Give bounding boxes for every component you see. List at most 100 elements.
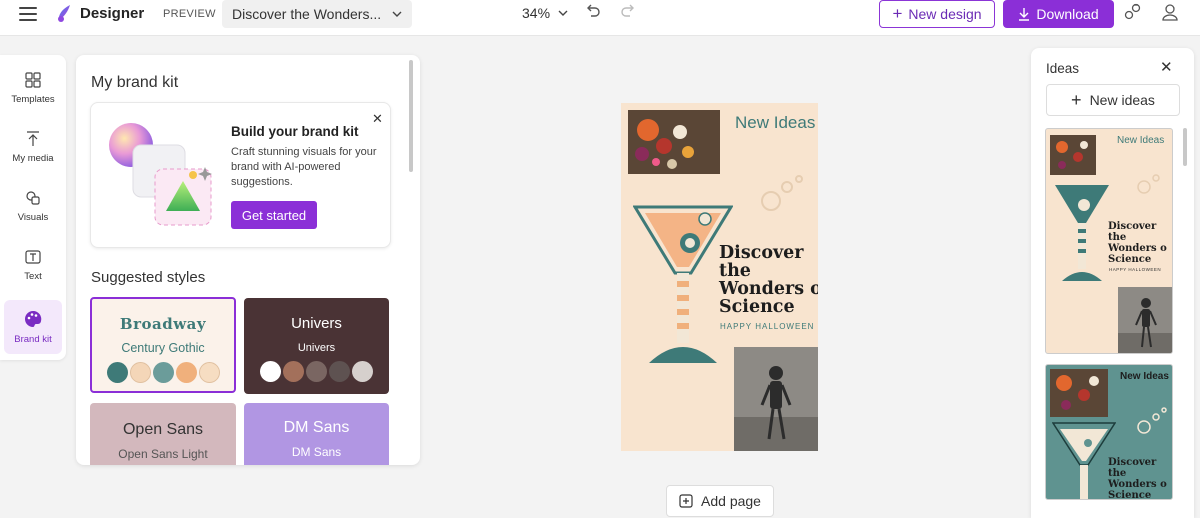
swatch	[329, 361, 350, 382]
style-card-dm-sans[interactable]: DM Sans DM Sans	[244, 403, 389, 465]
plus-icon: +	[892, 4, 903, 23]
thumb-subtitle: HAPPY HALLOWEEN	[1109, 267, 1162, 272]
poster-title-line: Discover	[719, 243, 804, 263]
ideas-scrollbar[interactable]	[1183, 128, 1187, 166]
text-icon	[25, 249, 41, 264]
idea-thumbnail-2[interactable]: New Ideas Discover the Wonders o Science	[1045, 364, 1173, 500]
document-name: Discover the Wonders...	[232, 6, 382, 22]
swatch	[260, 361, 281, 382]
poster-title-line: Wonders o	[719, 279, 818, 299]
thumb-title-line: Wonders o	[1108, 479, 1167, 490]
menu-icon[interactable]	[16, 4, 40, 24]
designer-logo-icon	[58, 5, 70, 22]
thumb-headline: New Ideas	[1120, 371, 1169, 382]
chevron-down-icon	[558, 10, 568, 16]
rail-item-my-media[interactable]: My media	[4, 120, 62, 174]
cocktail-glass-graphic	[633, 205, 733, 363]
top-bar: Designer PREVIEW Discover the Wonders...…	[0, 0, 1200, 36]
style-subheading: DM Sans	[291, 445, 342, 459]
poster-subtitle: HAPPY HALLOWEEN	[720, 322, 815, 331]
download-icon	[1019, 8, 1030, 21]
rail-item-templates[interactable]: Templates	[4, 61, 62, 115]
new-design-button[interactable]: + New design	[879, 0, 995, 28]
undo-icon[interactable]	[585, 3, 601, 19]
brand-card-title: Build your brand kit	[231, 124, 359, 139]
get-started-button[interactable]: Get started	[231, 201, 317, 229]
rail-label: Templates	[11, 93, 55, 105]
account-icon[interactable]	[1160, 2, 1180, 22]
share-icon[interactable]	[1123, 2, 1143, 22]
rail-item-visuals[interactable]: Visuals	[4, 179, 62, 233]
left-nav-rail: Templates My media Visuals Text Brand ki…	[0, 55, 66, 360]
document-name-dropdown[interactable]: Discover the Wonders...	[222, 0, 412, 28]
add-page-icon	[679, 494, 693, 508]
app-name: Designer	[80, 4, 145, 22]
candy-photo	[628, 110, 720, 174]
rail-item-text[interactable]: Text	[4, 238, 62, 292]
style-heading: DM Sans	[283, 419, 350, 436]
style-subheading: Century Gothic	[121, 341, 205, 355]
brand-card-description: Craft stunning visuals for your brand wi…	[231, 146, 377, 188]
zoom-level: 34%	[522, 5, 551, 21]
close-icon[interactable]: ✕	[1160, 58, 1173, 76]
style-card-univers[interactable]: Univers Univers	[244, 298, 389, 394]
cocktail-glass-graphic	[1052, 422, 1116, 499]
panel-scrollbar[interactable]	[409, 60, 413, 172]
close-icon[interactable]: ✕	[372, 111, 383, 127]
bubbles-graphic	[761, 175, 803, 211]
thumb-title-line: Discover	[1108, 457, 1157, 468]
swatch	[306, 361, 327, 382]
style-heading: Broadway	[119, 315, 207, 333]
thumb-title: Discover the Wonders o Science	[1108, 221, 1167, 265]
app-logo[interactable]: Designer	[56, 3, 144, 23]
new-design-label: New design	[908, 6, 982, 22]
swatch	[198, 362, 220, 383]
thumb-title-line: Wonders o	[1108, 243, 1167, 254]
upload-icon	[27, 130, 39, 146]
rail-item-brand-kit[interactable]: Brand kit	[4, 300, 62, 354]
poster-title-line: the	[719, 261, 751, 281]
thumb-title-line: the	[1108, 468, 1127, 479]
swatch	[152, 362, 174, 383]
thumb-title-line: the	[1108, 232, 1127, 243]
plus-icon: +	[1071, 89, 1082, 110]
swatch	[283, 361, 304, 382]
poster-title-line: Science	[719, 297, 795, 317]
skeleton-photo	[734, 347, 818, 451]
brand-kit-panel: My brand kit ✕ Build your brand kit Craf…	[76, 55, 420, 465]
brand-kit-card: ✕ Build your brand kit Craft stunning vi…	[90, 102, 391, 248]
download-label: Download	[1036, 6, 1099, 22]
thumb-headline: New Ideas	[1117, 135, 1165, 146]
poster-title: Discover the Wonders o Science	[719, 244, 818, 316]
thumb-title-line: Science	[1108, 490, 1152, 500]
rail-label: Text	[24, 270, 42, 282]
idea-thumbnail-1[interactable]: New Ideas Discover the Wonders o Science…	[1045, 128, 1173, 354]
style-subheading: Open Sans Light	[118, 447, 208, 461]
style-swatches	[244, 361, 389, 382]
bubbles-graphic	[1137, 407, 1167, 434]
ideas-panel: Ideas ✕ + New ideas New Ideas Discover t…	[1031, 48, 1194, 518]
new-ideas-label: New ideas	[1089, 92, 1155, 108]
candy-photo	[1050, 135, 1096, 175]
swatch	[352, 361, 373, 382]
brand-kit-illustration	[109, 123, 212, 226]
ideas-title: Ideas	[1046, 61, 1080, 76]
redo-icon[interactable]	[620, 3, 636, 19]
swatch	[129, 362, 151, 383]
chevron-down-icon	[392, 11, 402, 17]
swatch	[175, 362, 197, 383]
download-button[interactable]: Download	[1003, 0, 1114, 28]
design-canvas-page[interactable]: New Ideas Discover the Wonders o Science…	[621, 103, 818, 451]
style-heading: Open Sans	[122, 421, 204, 438]
visuals-icon	[26, 190, 40, 205]
add-page-button[interactable]: Add page	[666, 485, 774, 517]
suggested-styles-heading: Suggested styles	[91, 269, 206, 286]
new-ideas-button[interactable]: + New ideas	[1046, 84, 1180, 116]
thumb-title-line: Science	[1108, 254, 1152, 265]
preview-badge: PREVIEW	[163, 8, 216, 20]
style-card-open-sans[interactable]: Open Sans Open Sans Light	[90, 403, 236, 465]
zoom-dropdown[interactable]: 34%	[522, 5, 568, 21]
thumb-title: Discover the Wonders o Science	[1108, 457, 1167, 500]
templates-icon	[25, 71, 41, 88]
style-card-broadway[interactable]: Broadway Century Gothic	[90, 297, 236, 393]
